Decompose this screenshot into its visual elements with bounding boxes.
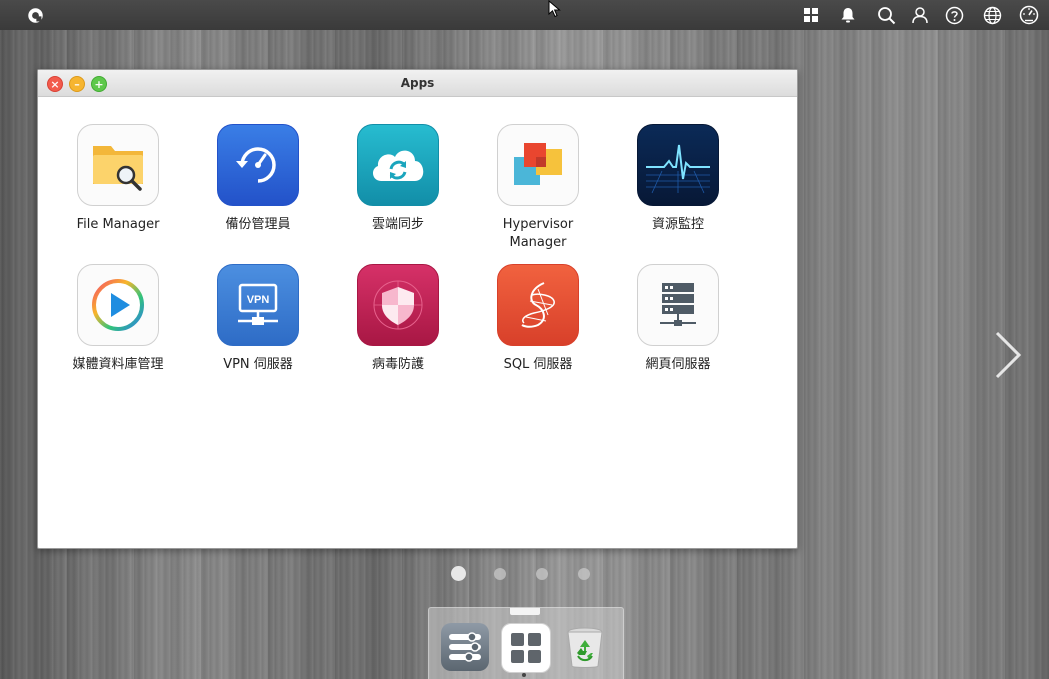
app-web-server[interactable]: 網頁伺服器 [613, 264, 743, 374]
language-globe-icon[interactable] [982, 5, 1002, 25]
app-media-library[interactable]: 媒體資料庫管理 [53, 264, 183, 374]
page-dot-3[interactable] [536, 568, 548, 580]
sql-server-icon [497, 264, 579, 346]
backup-manager-icon [217, 124, 299, 206]
antivirus-icon [357, 264, 439, 346]
app-label: 備份管理員 [225, 217, 291, 232]
help-icon[interactable] [944, 5, 964, 25]
web-server-icon [637, 264, 719, 346]
app-sql-server[interactable]: SQL 伺服器 [473, 264, 603, 374]
app-label: SQL 伺服器 [503, 357, 573, 372]
resource-monitor-icon [637, 124, 719, 206]
window-titlebar[interactable]: × – + Apps [38, 70, 797, 97]
apps-icon[interactable] [501, 623, 551, 673]
user-icon[interactable] [910, 5, 930, 25]
main-menu-logo-icon[interactable] [27, 7, 44, 24]
app-label: 病毒防護 [371, 357, 424, 372]
app-file-manager[interactable]: File Manager [53, 124, 183, 234]
notification-bell-icon[interactable] [838, 5, 858, 25]
next-page-arrow-icon[interactable] [993, 330, 1023, 380]
app-label: VPN 伺服器 [223, 357, 293, 372]
app-label: File Manager [76, 217, 160, 232]
mouse-cursor-icon [548, 0, 561, 18]
apps-grid-icon[interactable] [801, 5, 821, 25]
app-backup-manager[interactable]: 備份管理員 [193, 124, 323, 234]
dock [428, 607, 624, 679]
cloud-sync-icon [357, 124, 439, 206]
app-antivirus[interactable]: 病毒防護 [333, 264, 463, 374]
active-app-indicator [522, 673, 526, 677]
app-label: 網頁伺服器 [645, 357, 711, 372]
file-manager-icon [77, 124, 159, 206]
app-label: 資源監控 [651, 217, 704, 232]
app-resource-monitor[interactable]: 資源監控 [613, 124, 743, 234]
top-bar [0, 0, 1049, 30]
window-title: Apps [400, 76, 435, 90]
vpn-server-icon: VPN [217, 264, 299, 346]
control-panel-icon[interactable] [441, 623, 489, 671]
dashboard-gauge-icon[interactable] [1019, 5, 1039, 25]
dock-handle[interactable] [510, 608, 540, 615]
recycle-bin-icon[interactable] [561, 623, 609, 671]
app-cloud-sync[interactable]: 雲端同步 [333, 124, 463, 234]
apps-window: × – + Apps File Manager 備份管理員 雲端同步 Hyper… [37, 69, 798, 549]
vpn-badge-text: VPN [247, 294, 270, 306]
app-hypervisor-manager[interactable]: Hypervisor Manager [473, 124, 603, 252]
app-label: 媒體資料庫管理 [72, 357, 164, 372]
search-icon[interactable] [876, 5, 896, 25]
app-vpn-server[interactable]: VPN VPN 伺服器 [193, 264, 323, 374]
app-label: 雲端同步 [371, 217, 424, 232]
hypervisor-icon [497, 124, 579, 206]
page-dot-4[interactable] [578, 568, 590, 580]
page-dot-2[interactable] [494, 568, 506, 580]
media-library-icon [77, 264, 159, 346]
page-dot-1[interactable] [451, 566, 466, 581]
app-label: Hypervisor Manager [502, 217, 574, 250]
